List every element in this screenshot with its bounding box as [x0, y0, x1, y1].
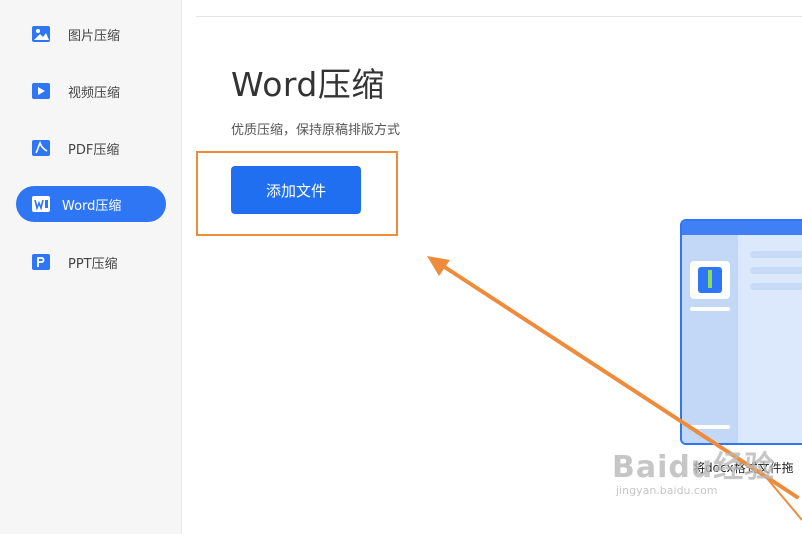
- drop-zone-illustration[interactable]: [680, 219, 802, 445]
- illustration-line: [690, 425, 730, 429]
- sidebar-item-ppt-compress[interactable]: PPT压缩: [16, 244, 166, 280]
- sidebar-item-word-compress[interactable]: Word压缩: [16, 186, 166, 222]
- zip-file-card: [690, 261, 730, 299]
- sidebar-item-label: PPT压缩: [68, 256, 118, 272]
- watermark-logo: Baidu经验: [612, 450, 776, 485]
- sidebar-item-pdf-compress[interactable]: PDF压缩: [16, 130, 166, 166]
- ppt-compress-icon: [32, 254, 50, 270]
- illustration-line: [750, 283, 802, 290]
- page-subtitle: 优质压缩，保持原稿排版方式: [231, 123, 401, 138]
- annotation-arrow-head: [427, 256, 450, 276]
- annotation-highlight-box: [196, 151, 398, 236]
- sidebar-item-label: PDF压缩: [68, 142, 120, 158]
- illustration-line: [750, 267, 802, 274]
- header-divider: [196, 16, 802, 17]
- illustration-titlebar: [682, 221, 802, 235]
- sidebar-item-label: Word压缩: [62, 198, 122, 214]
- illustration-line: [750, 251, 802, 258]
- pdf-compress-icon: [32, 140, 50, 156]
- sidebar: 图片压缩 视频压缩 PDF压缩 Word压缩 PPT压缩: [0, 0, 182, 534]
- watermark: Baidu经验 jingyan.baidu.com: [612, 442, 775, 497]
- sidebar-item-label: 图片压缩: [68, 28, 121, 44]
- zip-icon: [698, 267, 722, 293]
- sidebar-item-image-compress[interactable]: 图片压缩: [16, 16, 166, 52]
- image-compress-icon: [32, 26, 50, 42]
- illustration-line: [690, 307, 730, 311]
- sidebar-item-label: 视频压缩: [68, 85, 121, 101]
- page-title: Word压缩: [231, 65, 385, 104]
- word-compress-icon: [32, 196, 50, 212]
- illustration-left-pane: [682, 235, 738, 443]
- sidebar-item-video-compress[interactable]: 视频压缩: [16, 73, 166, 109]
- video-compress-icon: [32, 83, 50, 99]
